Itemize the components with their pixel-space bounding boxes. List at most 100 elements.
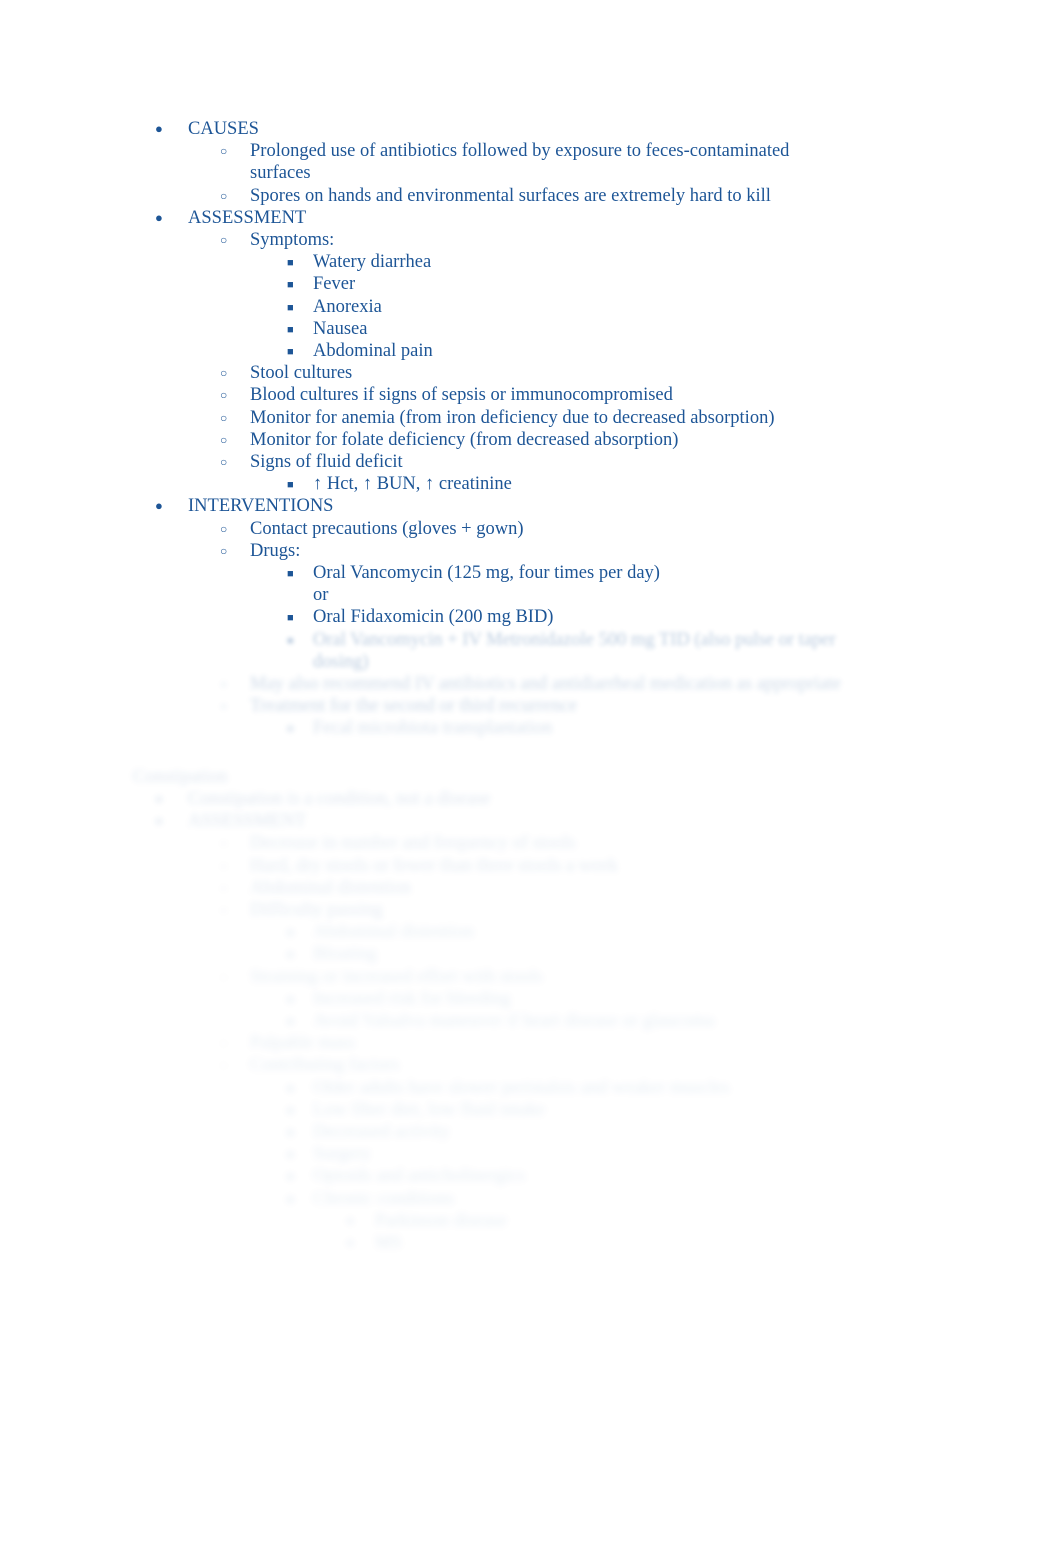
outline-text: ​MS: [375, 1232, 402, 1253]
bullet-circle-icon: [220, 540, 227, 562]
outline-item-faded-23: ​Opioids and anticholinergics: [0, 1165, 1062, 1187]
bullet-disc-icon: [155, 495, 163, 517]
outline-text: Blood cultures if signs of sepsis or imm…: [250, 385, 673, 406]
bullet-square-icon: [287, 274, 294, 296]
bullet-circle-icon: [220, 1032, 227, 1054]
outline-text: Abdominal pain: [313, 341, 433, 362]
bullet-circle-icon: [220, 855, 227, 877]
outline-item-assessment-1: Stool cultures: [0, 362, 1062, 384]
outline-item-faded-21: ​Decreased activity: [0, 1121, 1062, 1143]
bullet-disc-icon: [155, 788, 163, 810]
outline-text: ​Chronic conditions: [313, 1188, 455, 1209]
outline-item-causes-1: Prolonged use of antibiotics followed by…: [0, 140, 1062, 184]
outline-item-drug-1: Oral Vancomycin (125 mg, four times per …: [0, 562, 1062, 584]
outline-item-faded-24: ​Chronic conditions: [0, 1188, 1062, 1210]
bullet-square-icon: [287, 1100, 294, 1122]
bullet-square-icon: [287, 1011, 294, 1033]
outline-text: ​Straining or increased effort with stoo…: [250, 966, 544, 987]
bullet-square-icon: [287, 1078, 294, 1100]
outline-text: or: [313, 585, 329, 606]
bullet-circle-icon: [220, 966, 227, 988]
outline-text: ​Fecal microbiota transplantation: [313, 718, 553, 739]
outline-text: ​Low fiber diet, low fluid intake: [313, 1099, 546, 1120]
outline-text: Signs of fluid deficit: [250, 452, 403, 473]
outline-text: Fever: [313, 274, 356, 295]
outline-item-symptoms: Symptoms:: [0, 229, 1062, 251]
outline-text: ​May also recommend IV antibiotics and a…: [250, 674, 841, 695]
outline-text: ​ASSESSMENT: [188, 811, 307, 832]
outline-text: ↑ Hct, ↑ BUN, ↑ creatinine: [313, 474, 512, 495]
outline-item-faded-20: ​Low fiber diet, low fluid intake: [0, 1099, 1062, 1121]
bullet-circle-icon: [220, 899, 227, 921]
bullet-square-icon: [287, 1144, 294, 1166]
outline-text: Oral Fidaxomicin (200 mg BID): [313, 607, 554, 628]
outline-text: ​Older adults have slower peristalsis an…: [313, 1077, 730, 1098]
bullet-square-icon: [287, 1166, 294, 1188]
outline-text: Watery diarrhea: [313, 252, 432, 273]
outline-item-faded-03: ​Treatment for the second or third recur…: [0, 695, 1062, 717]
outline-text: ​Bloating: [313, 944, 377, 965]
outline-text: Monitor for folate deficiency (from decr…: [250, 429, 679, 450]
outline-text: ​Constipation is a condition, not a dise…: [188, 788, 491, 809]
outline-text: ​Increased risk for bleeding: [313, 988, 511, 1009]
bullet-circle-icon: [220, 362, 227, 384]
outline-item-causes-2: Spores on hands and environmental surfac…: [0, 185, 1062, 207]
outline-text: ASSESSMENT: [188, 207, 307, 228]
outline-text: ​Constipation: [133, 766, 228, 787]
outline-item-symptom-1: Watery diarrhea: [0, 251, 1062, 273]
bullet-square-icon: [287, 563, 294, 585]
outline-text: ​Decreased activity: [313, 1121, 451, 1142]
outline-text: ​Surgery: [313, 1144, 372, 1165]
outline-item-faded-10: ​Abdominal distention: [0, 877, 1062, 899]
bullet-circle-icon: [220, 185, 227, 207]
bullet-square-icon: [287, 989, 294, 1011]
outline-item-faded-13: ​Bloating: [0, 943, 1062, 965]
bullet-disc-icon: [155, 118, 163, 140]
bullet-square-icon: [287, 607, 294, 629]
outline-item-intervention-1: Contact precautions (gloves + gown): [0, 518, 1062, 540]
outline-item-faded-18: ​Contributing factors: [0, 1054, 1062, 1076]
bullet-circle-icon: [220, 518, 227, 540]
outline-item-faded-06: ​Constipation is a condition, not a dise…: [0, 788, 1062, 810]
outline-text: Prolonged use of antibiotics followed by…: [250, 141, 790, 184]
bullet-circle-icon: [220, 140, 227, 162]
bullet-circle-icon: [220, 673, 227, 695]
outline-text: INTERVENTIONS: [188, 496, 334, 517]
outline-item-faded-01: ​Oral Vancomycin + IV Metronidazole 500 …: [0, 629, 1062, 673]
outline-list: CAUSES Prolonged use of antibiotics foll…: [0, 118, 1062, 1254]
section-heading-faded: ​Constipation: [0, 766, 1062, 788]
outline-text: Nausea: [313, 318, 368, 339]
outline-item-faded-22: ​Surgery: [0, 1143, 1062, 1165]
outline-item-interventions: INTERVENTIONS: [0, 495, 1062, 517]
bullet-circle-icon: [220, 877, 227, 899]
outline-text: ​Contributing factors: [250, 1055, 400, 1076]
outline-item-faded-07: ​ASSESSMENT: [0, 810, 1062, 832]
outline-item-faded-25: ​Parkinson disease: [0, 1210, 1062, 1232]
bullet-circle-icon: [220, 384, 227, 406]
bullet-square-icon: [287, 1189, 294, 1211]
outline-text: Stool cultures: [250, 363, 353, 384]
bullet-disc-icon: [155, 207, 163, 229]
outline-item-faded-04: ​Fecal microbiota transplantation: [0, 717, 1062, 739]
outline-text: Oral Vancomycin (125 mg, four times per …: [313, 563, 660, 584]
bullet-square-icon: [347, 1211, 353, 1233]
bullet-square-icon: [287, 319, 294, 341]
outline-item-drug-2: Oral Fidaxomicin (200 mg BID): [0, 606, 1062, 628]
bullet-circle-icon: [220, 695, 227, 717]
outline-text: ​Treatment for the second or third recur…: [250, 696, 578, 717]
outline-item-faded-17: ​Palpable mass: [0, 1032, 1062, 1054]
bullet-square-icon: [287, 1122, 294, 1144]
outline-text: ​Oral Vancomycin + IV Metronidazole 500 …: [313, 629, 836, 672]
outline-item-faded-02: ​May also recommend IV antibiotics and a…: [0, 673, 1062, 695]
outline-text: ​Palpable mass: [250, 1033, 356, 1054]
outline-text: ​Decrease in number and frequency of sto…: [250, 833, 576, 854]
bullet-circle-icon: [220, 429, 227, 451]
bullet-square-icon: [287, 297, 294, 319]
bullet-square-icon: [287, 474, 294, 496]
outline-text: Contact precautions (gloves + gown): [250, 518, 524, 539]
outline-text: ​Hard, dry stools or fewer than three st…: [250, 855, 618, 876]
outline-item-symptom-2: Fever: [0, 273, 1062, 295]
outline-item-assessment-4: Monitor for folate deficiency (from decr…: [0, 429, 1062, 451]
bullet-circle-icon: [220, 451, 227, 473]
bullet-square-icon: [287, 252, 294, 274]
